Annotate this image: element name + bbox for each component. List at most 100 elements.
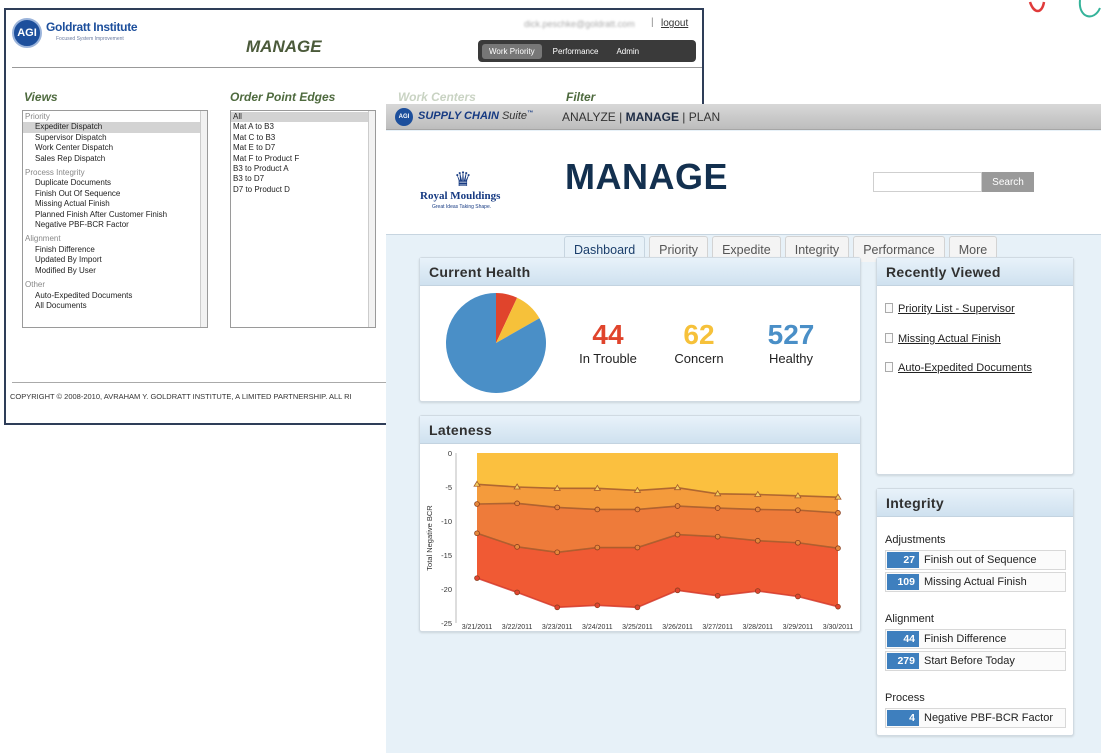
views-heading: Views xyxy=(24,90,58,104)
series-point xyxy=(795,593,801,600)
series-point xyxy=(754,588,761,594)
search-button[interactable]: Search xyxy=(982,172,1034,192)
list-item[interactable]: B3 to Product A xyxy=(231,164,375,174)
row-label: Finish Difference xyxy=(924,633,1007,645)
list-item[interactable]: Work Center Dispatch xyxy=(23,143,207,153)
list-item[interactable]: Updated By Import xyxy=(23,255,207,265)
series-point xyxy=(795,507,801,513)
scrollbar[interactable] xyxy=(200,111,207,327)
list-item[interactable]: Duplicate Documents xyxy=(23,178,207,188)
order-point-edges-heading: Order Point Edges xyxy=(230,90,336,104)
recent-link-label: Missing Actual Finish xyxy=(898,333,1001,345)
count-badge: 4 xyxy=(887,710,919,726)
stat-concern: 62 Concern xyxy=(649,319,749,367)
series-point xyxy=(674,531,681,538)
x-tick-label: 3/29/2011 xyxy=(783,624,814,631)
list-item[interactable]: Mat E to D7 xyxy=(231,143,375,153)
filter-heading: Filter xyxy=(566,90,596,104)
y-tick-label: -10 xyxy=(441,517,452,526)
series-point xyxy=(714,533,721,540)
divider xyxy=(12,67,702,68)
nav-plan[interactable]: PLAN xyxy=(689,110,720,124)
suite-title-rest: Suite xyxy=(501,110,528,122)
stat-value: 527 xyxy=(767,319,815,350)
nav-manage[interactable]: MANAGE xyxy=(626,110,679,124)
y-tick-label: 0 xyxy=(448,449,452,458)
list-item[interactable]: Negative PBF-BCR Factor xyxy=(23,220,207,230)
list-item[interactable]: Mat A to B3 xyxy=(231,122,375,132)
list-item[interactable]: Mat F to Product F xyxy=(231,154,375,164)
series-point xyxy=(634,604,641,611)
tab-performance[interactable]: Performance xyxy=(546,44,606,59)
views-listbox[interactable]: Priority Expediter Dispatch Supervisor D… xyxy=(22,110,208,328)
stat-label: Healthy xyxy=(768,351,814,366)
lateness-area-chart: Total Negative BCR 0 -5 -10 -15 -20 -25 3/21/20… xyxy=(425,449,853,631)
order-point-edges-listbox[interactable]: All Mat A to B3 Mat C to B3 Mat E to D7 … xyxy=(230,110,376,328)
integrity-panel: Integrity Adjustments 27 Finish out of Se… xyxy=(876,488,1074,736)
series-point xyxy=(795,539,801,546)
panel-title: Lateness xyxy=(420,416,860,444)
list-item[interactable]: All xyxy=(231,112,375,123)
list-group-heading: Alignment xyxy=(25,234,61,244)
list-item[interactable]: Mat C to B3 xyxy=(231,133,375,143)
series-point xyxy=(754,506,761,513)
count-badge: 27 xyxy=(887,552,919,568)
series-point xyxy=(554,604,561,611)
user-email: dick.peschke@goldratt.com xyxy=(524,19,635,29)
list-item[interactable]: B3 to D7 xyxy=(231,174,375,184)
integrity-row[interactable]: 4 Negative PBF-BCR Factor xyxy=(885,708,1066,728)
top-nav: ANALYZE | MANAGE | PLAN xyxy=(562,110,720,124)
list-item[interactable]: Expediter Dispatch xyxy=(23,122,207,133)
recent-link[interactable]: Priority List - Supervisor xyxy=(885,303,1015,315)
list-group-heading: Priority xyxy=(25,112,50,121)
list-item[interactable]: All Documents xyxy=(23,301,207,311)
series-point xyxy=(554,549,561,556)
recent-link-label: Priority List - Supervisor xyxy=(898,303,1015,315)
series-point xyxy=(714,505,721,511)
integrity-row[interactable]: 279 Start Before Today xyxy=(885,651,1066,671)
nav-analyze[interactable]: ANALYZE xyxy=(562,110,616,124)
series-point xyxy=(674,503,681,509)
list-item[interactable]: Planned Finish After Customer Finish xyxy=(23,210,207,220)
agi-logo-icon: AGI xyxy=(395,108,413,126)
crown-icon: ♛ xyxy=(454,169,472,191)
series-point xyxy=(594,602,601,609)
company-tagline: Great Ideas Taking Shape. xyxy=(432,204,492,210)
y-tick-label: -20 xyxy=(441,585,452,594)
list-item[interactable]: Modified By User xyxy=(23,266,207,276)
header-separator: | xyxy=(651,17,654,28)
list-item[interactable]: D7 to Product D xyxy=(231,185,375,195)
list-item[interactable]: Sales Rep Dispatch xyxy=(23,154,207,164)
series-point xyxy=(474,501,480,507)
stat-label: In Trouble xyxy=(579,351,637,366)
company-logo-name: Royal Mouldings xyxy=(420,190,501,202)
tab-work-priority[interactable]: Work Priority xyxy=(482,43,542,59)
series-point xyxy=(514,500,520,507)
series-point xyxy=(835,603,841,610)
tab-admin[interactable]: Admin xyxy=(609,44,646,59)
stat-healthy: 527 Healthy xyxy=(741,319,841,367)
stat-value: 62 xyxy=(683,319,715,350)
logout-link[interactable]: logout xyxy=(661,18,688,29)
row-label: Start Before Today xyxy=(924,655,1015,667)
trademark: ™ xyxy=(527,110,534,117)
list-item[interactable]: Supervisor Dispatch xyxy=(23,133,207,143)
recent-link-label: Auto-Expedited Documents xyxy=(898,362,1032,374)
list-item[interactable]: Auto-Expedited Documents xyxy=(23,291,207,301)
integrity-row[interactable]: 27 Finish out of Sequence xyxy=(885,550,1066,570)
integrity-row[interactable]: 44 Finish Difference xyxy=(885,629,1066,649)
series-point xyxy=(514,589,520,596)
list-item[interactable]: Missing Actual Finish xyxy=(23,199,207,209)
recent-link[interactable]: Missing Actual Finish xyxy=(885,333,1001,345)
recently-viewed-panel: Recently Viewed Priority List - Supervis… xyxy=(876,257,1074,475)
search-input[interactable] xyxy=(873,172,982,192)
list-item[interactable]: Finish Difference xyxy=(23,245,207,255)
section-heading: Process xyxy=(885,692,925,704)
agi-logo-icon: AGI xyxy=(12,18,42,48)
list-item[interactable]: Finish Out Of Sequence xyxy=(23,189,207,199)
integrity-row[interactable]: 109 Missing Actual Finish xyxy=(885,572,1066,592)
y-tick-label: -15 xyxy=(441,551,452,560)
page-title: MANAGE xyxy=(565,156,728,197)
scrollbar[interactable] xyxy=(368,111,375,327)
recent-link[interactable]: Auto-Expedited Documents xyxy=(885,362,1032,374)
